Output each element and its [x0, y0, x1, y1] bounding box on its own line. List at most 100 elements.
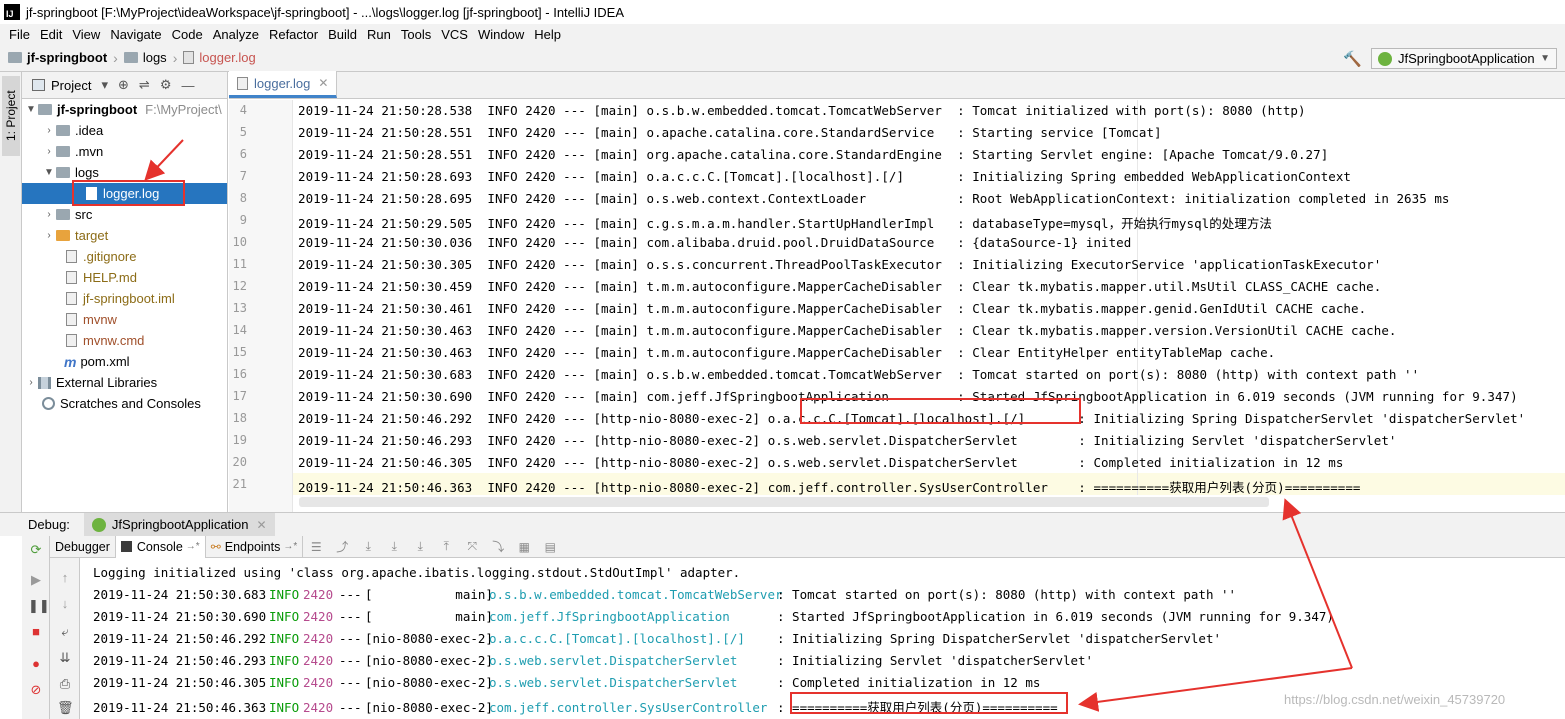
menu-run[interactable]: Run [362, 27, 396, 42]
line-number: 15 [232, 345, 247, 359]
file-icon [66, 313, 77, 326]
tree-item-project-root[interactable]: ▼ jf-springboot F:\MyProject\ [22, 99, 227, 120]
debug-action-strip: ⟳ ▶ ❚❚ ■ ● ⊘ [22, 536, 50, 719]
console-icon [120, 541, 132, 552]
chevron-right-icon[interactable]: › [42, 230, 56, 241]
drop-frame-icon[interactable]: ⤧ [459, 539, 485, 554]
hide-icon[interactable]: — [181, 78, 194, 93]
menu-help[interactable]: Help [529, 27, 566, 42]
mute-breakpoints-icon[interactable]: ⊘ [28, 682, 44, 698]
menu-analyze[interactable]: Analyze [208, 27, 264, 42]
menu-build[interactable]: Build [323, 27, 362, 42]
breadcrumb-logs[interactable]: logs [123, 50, 167, 65]
resume-icon[interactable]: ▶ [28, 572, 44, 588]
step-into-icon[interactable]: ⤓ [381, 539, 407, 554]
collapse-icon[interactable]: ⇌ [139, 77, 150, 93]
chevron-right-icon[interactable]: › [42, 146, 56, 157]
trash-icon[interactable]: 🗑 [57, 700, 74, 716]
menu-window[interactable]: Window [473, 27, 529, 42]
tree-item-iml[interactable]: jf-springboot.iml [22, 288, 227, 309]
run-configuration-select[interactable]: JfSpringbootApplication ▼ [1371, 48, 1557, 69]
tree-item-mvnw-cmd[interactable]: mvnw.cmd [22, 330, 227, 351]
tree-item-gitignore[interactable]: .gitignore [22, 246, 227, 267]
tree-item-label: target [75, 228, 109, 243]
tab-endpoints[interactable]: ⚯ Endpoints →* [206, 535, 304, 558]
tree-item-label: mvnw.cmd [83, 333, 145, 348]
horizontal-scrollbar[interactable] [299, 497, 1269, 507]
stop-icon[interactable]: ■ [28, 624, 44, 640]
tree-item-target[interactable]: › target [22, 225, 227, 246]
step-over-icon[interactable]: ⤓ [355, 539, 381, 554]
tab-debugger[interactable]: Debugger [50, 535, 116, 558]
tree-item-logger-log[interactable]: logger.log [22, 183, 227, 204]
project-view-select[interactable]: Project [51, 78, 91, 93]
tree-item-help-md[interactable]: HELP.md [22, 267, 227, 288]
console-separator: --- [339, 700, 362, 715]
line-number: 16 [232, 367, 247, 381]
scroll-to-end-icon[interactable]: ⇊ [57, 650, 73, 666]
menu-refactor[interactable]: Refactor [264, 27, 323, 42]
tree-item-src[interactable]: › src [22, 204, 227, 225]
chevron-down-icon[interactable]: ▼ [42, 167, 56, 178]
menu-tools[interactable]: Tools [396, 27, 436, 42]
tree-item-mvnw[interactable]: mvnw [22, 309, 227, 330]
close-icon[interactable]: ✕ [257, 518, 267, 532]
left-tool-stripe: 1: Project [0, 72, 22, 512]
chevron-right-icon[interactable]: › [42, 209, 56, 220]
soft-wrap-icon[interactable]: ⤶ [57, 624, 73, 640]
debug-tool-window-header: Debug: JfSpringbootApplication ✕ [0, 512, 1565, 537]
view-breakpoints-icon[interactable]: ● [28, 656, 44, 672]
menu-edit[interactable]: Edit [35, 27, 67, 42]
tree-item-mvn[interactable]: › .mvn [22, 141, 227, 162]
line-number: 18 [232, 411, 247, 425]
tree-item-external-libraries[interactable]: › External Libraries [22, 372, 227, 393]
tree-item-logs[interactable]: ▼ logs [22, 162, 227, 183]
console-separator: --- [339, 587, 362, 602]
debug-session-tab[interactable]: JfSpringbootApplication ✕ [83, 512, 275, 537]
force-step-into-icon[interactable]: ⤓ [407, 539, 433, 554]
chevron-down-icon[interactable]: ▼ [24, 104, 38, 115]
project-icon [32, 79, 45, 91]
menu-navigate[interactable]: Navigate [105, 27, 166, 42]
step-out-icon[interactable]: ⤒ [433, 539, 459, 554]
tab-console[interactable]: Console →* [115, 535, 206, 558]
editor-tab-logger-log[interactable]: logger.log ✕ [229, 71, 338, 98]
breadcrumb-separator: › [172, 49, 178, 66]
rerun-icon[interactable]: ⟳ [28, 542, 44, 558]
tab-label: Console [136, 539, 183, 554]
breadcrumb-label: logger.log [199, 50, 256, 65]
menu-lines-icon[interactable]: ☰ [303, 540, 329, 554]
tree-item-scratches[interactable]: Scratches and Consoles [22, 393, 227, 414]
chevron-down-icon[interactable]: ▾ [101, 77, 108, 93]
show-execution-point-icon[interactable]: ⤴ [329, 538, 355, 555]
run-to-cursor-icon[interactable]: ⤵ [485, 538, 511, 555]
tree-item-label: logger.log [103, 186, 160, 201]
menu-file[interactable]: File [4, 27, 35, 42]
line-number: 9 [239, 213, 247, 227]
chevron-right-icon[interactable]: › [24, 377, 38, 388]
build-hammer-icon[interactable]: 🔨 [1343, 50, 1362, 68]
arrow-up-icon[interactable]: ↑ [57, 570, 73, 586]
close-icon[interactable]: ✕ [318, 76, 328, 90]
print-icon[interactable]: ⎙ [57, 676, 73, 692]
trace-icon[interactable]: ▤ [537, 540, 563, 554]
console-timestamp: 2019-11-24 21:50:30.683 [93, 587, 267, 602]
project-tree: ▼ jf-springboot F:\MyProject\ › .idea › … [22, 99, 227, 414]
breadcrumb-project[interactable]: jf-springboot [8, 50, 107, 65]
tree-item-pom-xml[interactable]: m pom.xml [22, 351, 227, 372]
menu-vcs[interactable]: VCS [436, 27, 473, 42]
chevron-down-icon: ▼ [1540, 53, 1550, 64]
breadcrumb-file[interactable]: logger.log [183, 50, 256, 65]
locate-target-icon[interactable]: ⊕ [118, 77, 129, 93]
chevron-right-icon[interactable]: › [42, 125, 56, 136]
pause-icon[interactable]: ❚❚ [28, 598, 50, 614]
tree-item-idea[interactable]: › .idea [22, 120, 227, 141]
gear-icon[interactable]: ⚙ [160, 77, 172, 93]
menu-code[interactable]: Code [167, 27, 208, 42]
project-tool-window-tab[interactable]: 1: Project [2, 76, 20, 156]
editor-line: 2019-11-24 21:50:30.690 INFO 2420 --- [m… [298, 389, 1518, 404]
evaluate-icon[interactable]: ▦ [511, 540, 537, 554]
arrow-down-icon[interactable]: ↓ [57, 596, 73, 612]
editor-line: 2019-11-24 21:50:46.292 INFO 2420 --- [h… [298, 411, 1526, 426]
menu-view[interactable]: View [67, 27, 105, 42]
